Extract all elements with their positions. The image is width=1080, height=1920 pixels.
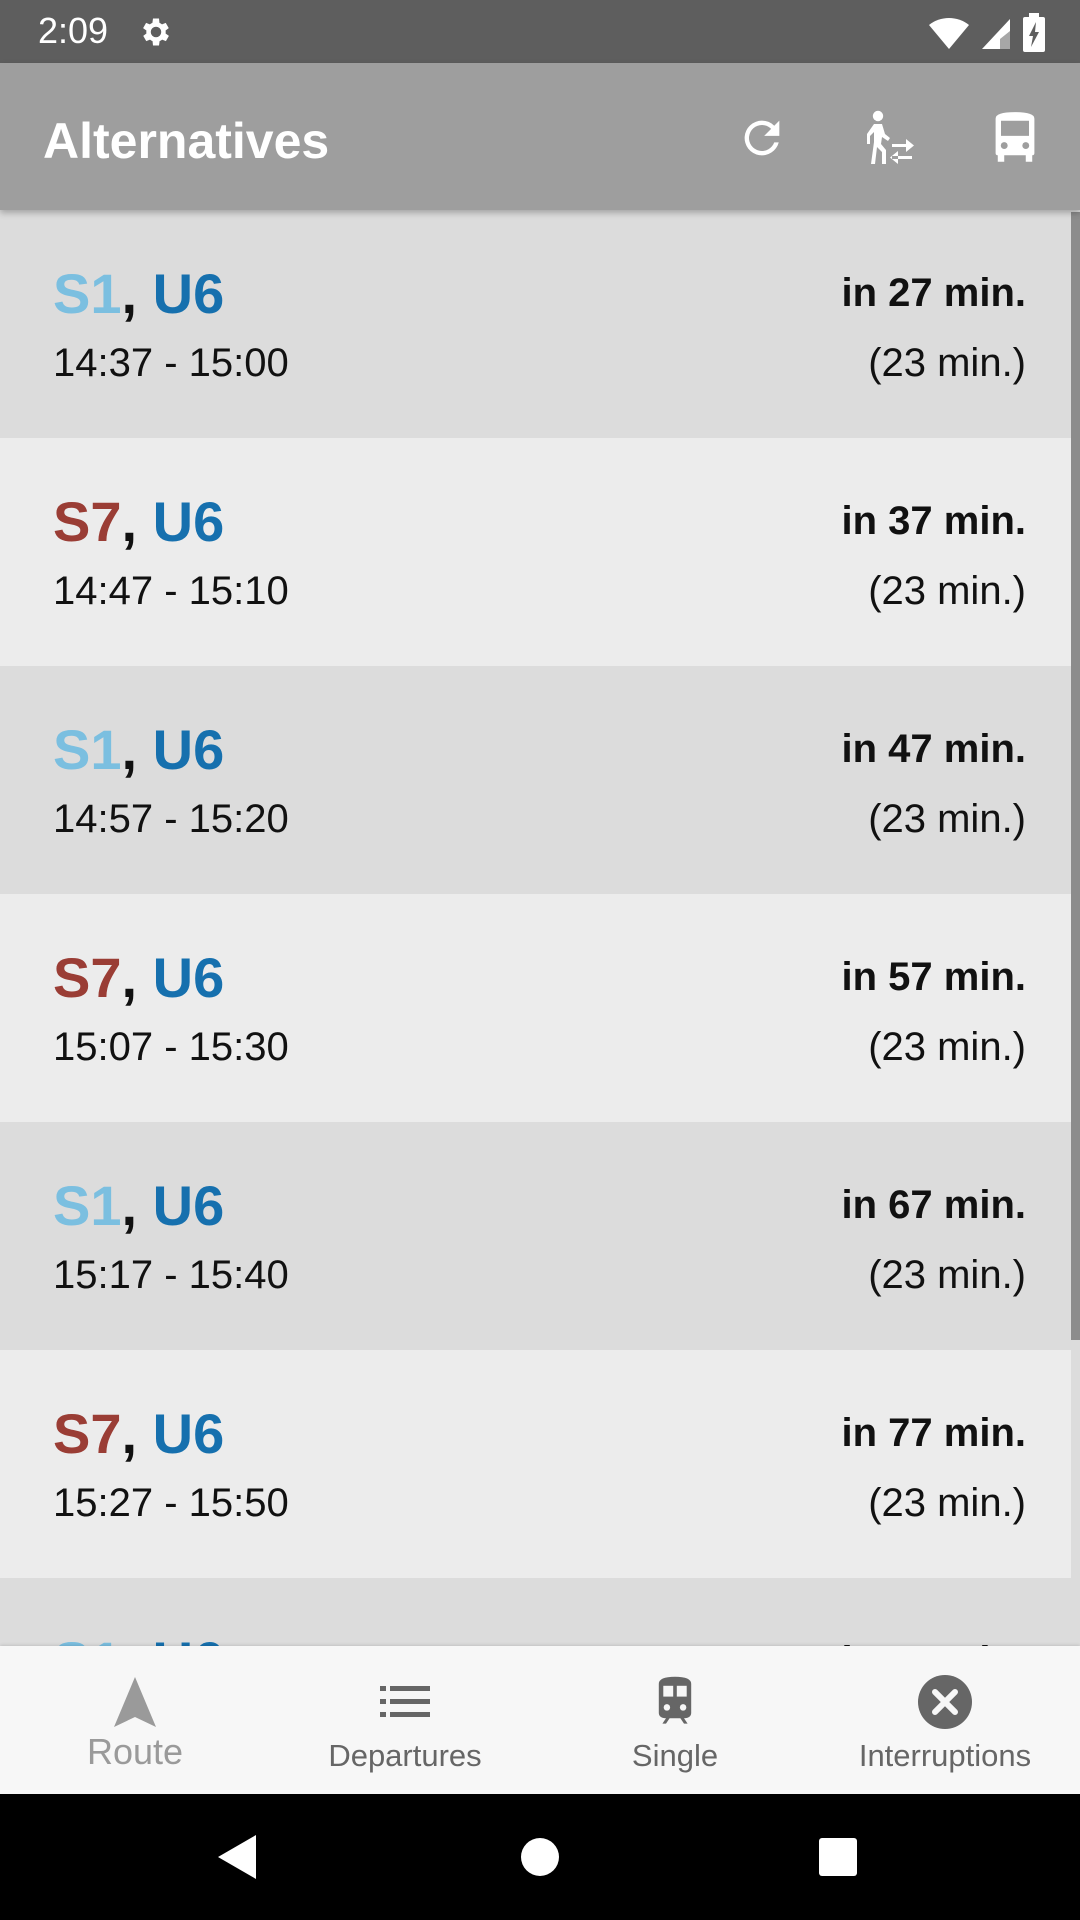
- departure-in: in 37 min.: [841, 499, 1027, 543]
- list-item[interactable]: S7, U6 14:47 - 15:10 in 37 min. (23 min.…: [0, 438, 1071, 666]
- line-badge: S7: [53, 1402, 122, 1465]
- bottom-navigation: Route Departures Single Interruptions: [0, 1646, 1080, 1794]
- recents-button[interactable]: [778, 1794, 898, 1920]
- departure-in: in 27 min.: [841, 271, 1027, 315]
- back-button[interactable]: [178, 1794, 298, 1920]
- line-badge: U6: [153, 1630, 225, 1646]
- line-badge: U6: [152, 1402, 225, 1465]
- list-icon: [370, 1672, 440, 1732]
- nav-single[interactable]: Single: [540, 1646, 810, 1794]
- route-lines: S1, U6: [53, 1174, 225, 1237]
- route-times: 15:07 - 15:30: [53, 1025, 289, 1069]
- app-bar: Alternatives: [0, 63, 1080, 210]
- line-badge: U6: [152, 1174, 225, 1237]
- list-item[interactable]: S7, U6 15:07 - 15:30 in 57 min. (23 min.…: [0, 894, 1071, 1122]
- navigation-arrow-icon: [100, 1672, 170, 1732]
- line-badge: U6: [152, 718, 225, 781]
- walking-transfer-button[interactable]: [853, 103, 923, 173]
- nav-single-label: Single: [631, 1738, 719, 1773]
- scrollbar[interactable]: [1071, 212, 1080, 1340]
- route-lines: S7, U6: [53, 490, 225, 553]
- line-badge: U6: [152, 262, 225, 325]
- list-item[interactable]: S1, U6 15:17 - 15:40 in 67 min. (23 min.…: [0, 1122, 1071, 1350]
- nav-interruptions[interactable]: Interruptions: [810, 1646, 1080, 1794]
- trip-duration: (23 min.): [868, 1481, 1026, 1525]
- line-badge: S1: [53, 1174, 122, 1237]
- bus-icon: [995, 112, 1035, 162]
- departure-in: in 77 min.: [841, 1411, 1027, 1455]
- departure-in: in 67 min.: [841, 1183, 1027, 1227]
- trip-duration: (23 min.): [868, 341, 1026, 385]
- list-item[interactable]: S1, U6 14:57 - 15:20 in 47 min. (23 min.…: [0, 666, 1071, 894]
- status-time: 2:09: [38, 10, 109, 51]
- refresh-button[interactable]: [727, 103, 797, 173]
- nav-departures[interactable]: Departures: [270, 1646, 540, 1794]
- line-badge: S1: [53, 1630, 122, 1646]
- home-icon: [521, 1838, 559, 1876]
- wifi-icon: [929, 17, 969, 49]
- trip-duration: (23 min.): [868, 797, 1026, 841]
- nav-departures-label: Departures: [328, 1738, 482, 1773]
- line-badge: U6: [152, 946, 225, 1009]
- departure-in: in 57 min.: [841, 955, 1027, 999]
- line-badge: S1: [53, 262, 122, 325]
- home-button[interactable]: [480, 1794, 600, 1920]
- route-times: 15:17 - 15:40: [53, 1253, 289, 1297]
- route-lines: S1, U6: [53, 1630, 224, 1646]
- recents-icon: [819, 1838, 857, 1876]
- nav-route-label: Route: [86, 1731, 184, 1772]
- route-list: S1, U6 14:37 - 15:00 in 27 min. (23 min.…: [0, 210, 1080, 1646]
- list-item[interactable]: S1, U6 in 87 min.: [0, 1578, 1071, 1646]
- refresh-icon: [744, 120, 780, 156]
- battery-icon: [1023, 13, 1045, 52]
- route-lines: S1, U6: [53, 718, 225, 781]
- departure-in: in 47 min.: [841, 727, 1027, 771]
- trip-duration: (23 min.): [868, 1253, 1026, 1297]
- train-icon: [640, 1672, 710, 1732]
- page-title: Alternatives: [43, 113, 330, 169]
- route-times: 14:57 - 15:20: [53, 797, 289, 841]
- route-times: 15:27 - 15:50: [53, 1481, 289, 1525]
- route-times: 14:47 - 15:10: [53, 569, 289, 613]
- walking-transfer-icon: [867, 110, 914, 164]
- bus-button[interactable]: [980, 103, 1050, 173]
- list-item[interactable]: S7, U6 15:27 - 15:50 in 77 min. (23 min.…: [0, 1350, 1071, 1578]
- route-lines: S7, U6: [53, 946, 225, 1009]
- departure-in: in 87 min.: [842, 1638, 1027, 1646]
- trip-duration: (23 min.): [868, 1025, 1026, 1069]
- route-lines: S1, U6: [53, 262, 225, 325]
- line-badge: S1: [53, 718, 122, 781]
- system-navigation-bar: [0, 1794, 1080, 1920]
- back-icon: [218, 1835, 256, 1879]
- line-badge: S7: [53, 490, 122, 553]
- list-item[interactable]: S1, U6 14:37 - 15:00 in 27 min. (23 min.…: [0, 210, 1071, 438]
- cancel-circle-icon: [910, 1672, 980, 1732]
- gear-icon: [143, 18, 169, 46]
- signal-icon: [982, 19, 1010, 49]
- line-badge: S7: [53, 946, 122, 1009]
- trip-duration: (23 min.): [868, 569, 1026, 613]
- route-times: 14:37 - 15:00: [53, 341, 289, 385]
- nav-route[interactable]: Route: [0, 1646, 270, 1794]
- route-lines: S7, U6: [53, 1402, 225, 1465]
- status-bar: 2:09: [0, 0, 1080, 63]
- nav-interruptions-label: Interruptions: [858, 1738, 1032, 1773]
- line-badge: U6: [152, 490, 225, 553]
